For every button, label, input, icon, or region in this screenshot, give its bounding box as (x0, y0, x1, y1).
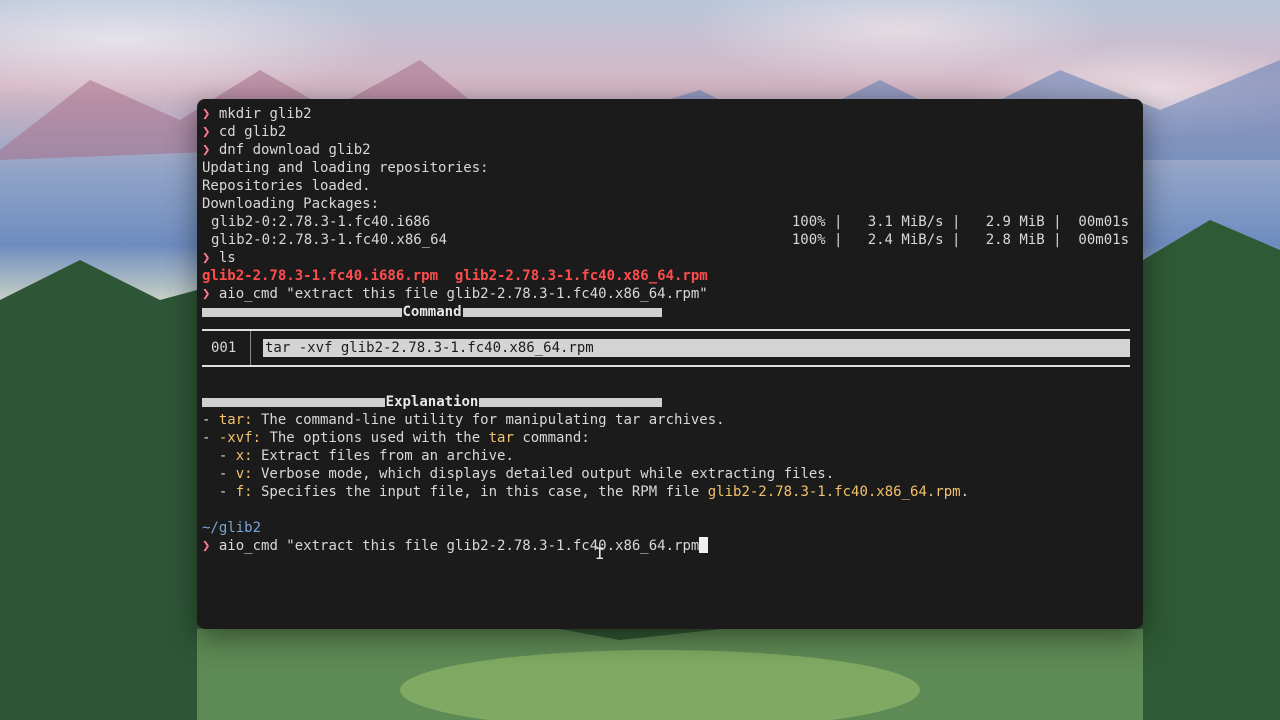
column-separator (250, 331, 251, 366)
command-text: dnf download glib2 (218, 142, 371, 158)
command-number: 001 (211, 340, 237, 356)
terminal-window[interactable]: ❯ mkdir glib2 ❯ cd glib2 ❯ dnf download … (197, 99, 1143, 629)
prompt-symbol: ❯ (202, 142, 211, 158)
text-cursor (699, 537, 709, 553)
explanation-panel-title: Explanation (202, 394, 662, 410)
explanation-line: - f: Specifies the input file, in this c… (202, 484, 970, 500)
explanation-line: - v: Verbose mode, which displays detail… (202, 466, 835, 482)
current-input[interactable]: aio_cmd "extract this file glib2-2.78.3-… (219, 538, 699, 554)
i-beam-cursor-icon: 𝙸 (595, 544, 605, 563)
explanation-line: - x: Extract files from an archive. (202, 448, 514, 464)
explanation-line: - tar: The command-line utility for mani… (202, 412, 725, 428)
suggested-command[interactable]: tar -xvf glib2-2.78.3-1.fc40.x86_64.rpm (263, 339, 1130, 357)
prompt-symbol: ❯ (202, 250, 211, 266)
download-row: glib2-0:2.78.3-1.fc40.x86_64 100% | 2.4 … (202, 231, 1129, 249)
download-stats: 100% | 3.1 MiB/s | 2.9 MiB | 00m01s (791, 214, 1129, 230)
package-name: glib2-0:2.78.3-1.fc40.i686 (211, 214, 431, 230)
command-text: mkdir glib2 (218, 106, 312, 122)
ls-output: glib2-2.78.3-1.fc40.i686.rpm glib2-2.78.… (202, 268, 708, 284)
prompt-symbol: ❯ (202, 124, 211, 140)
command-line: ❯ aio_cmd "extract this file glib2-2.78.… (202, 285, 708, 303)
prompt-symbol: ❯ (202, 538, 211, 554)
prompt-symbol: ❯ (202, 106, 211, 122)
input-line[interactable]: ❯ aio_cmd "extract this file glib2-2.78.… (202, 537, 709, 555)
package-name: glib2-0:2.78.3-1.fc40.x86_64 (211, 232, 448, 248)
current-directory: ~/glib2 (202, 520, 262, 536)
command-line: ❯ mkdir glib2 (202, 105, 312, 123)
prompt-symbol: ❯ (202, 286, 211, 302)
output-line: Updating and loading repositories: (202, 160, 489, 176)
command-text: aio_cmd "extract this file glib2-2.78.3-… (218, 286, 708, 302)
output-line: Downloading Packages: (202, 196, 380, 212)
output-line: Repositories loaded. (202, 178, 371, 194)
command-line: ❯ dnf download glib2 (202, 141, 371, 159)
command-line: ❯ ls (202, 249, 236, 267)
panel-title-text: Explanation (384, 394, 480, 410)
command-text: cd glib2 (218, 124, 287, 140)
panel-title-text: Command (401, 304, 463, 320)
download-stats: 100% | 2.4 MiB/s | 2.8 MiB | 00m01s (791, 232, 1129, 248)
download-row: glib2-0:2.78.3-1.fc40.i686 100% | 3.1 Mi… (202, 213, 1129, 231)
explanation-line: - -xvf: The options used with the tar co… (202, 430, 590, 446)
divider (202, 365, 1130, 367)
command-line: ❯ cd glib2 (202, 123, 286, 141)
command-text: ls (218, 250, 236, 266)
divider (202, 329, 1130, 331)
command-panel-title: Command (202, 304, 662, 320)
